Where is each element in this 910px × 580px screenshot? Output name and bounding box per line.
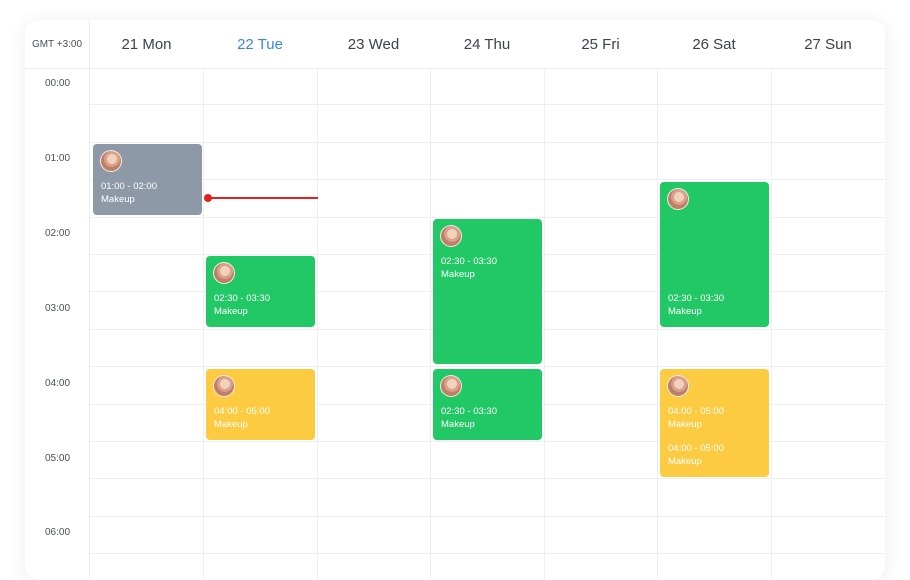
day-header-fri[interactable]: 25 Fri xyxy=(544,20,657,68)
event-title: Makeup xyxy=(441,269,475,280)
time-label: 00:00 xyxy=(44,78,71,89)
event-card[interactable]: 04:00 - 05:00 Makeup xyxy=(206,369,315,440)
event-card[interactable]: 02:30 - 03:30 Makeup xyxy=(433,369,542,440)
grid-line xyxy=(90,179,885,180)
event-time: 04:00 - 05:00 xyxy=(668,406,724,417)
avatar xyxy=(213,262,235,284)
calendar-header: GMT +3:00 21 Mon 22 Tue 23 Wed 24 Thu 25… xyxy=(25,20,885,69)
event-time: 02:30 - 03:30 xyxy=(441,406,497,417)
column-divider xyxy=(430,68,431,580)
grid-line xyxy=(90,478,885,479)
column-divider xyxy=(771,68,772,580)
day-header-thu[interactable]: 24 Thu xyxy=(430,20,544,68)
day-header-sat[interactable]: 26 Sat xyxy=(657,20,771,68)
column-divider xyxy=(317,68,318,580)
grid-line xyxy=(90,104,885,105)
event-title: Makeup xyxy=(668,306,702,317)
time-label: 01:00 xyxy=(44,153,71,164)
grid-line xyxy=(90,366,885,367)
avatar xyxy=(667,375,689,397)
event-title: Makeup xyxy=(101,194,135,205)
day-header-mon[interactable]: 21 Mon xyxy=(90,20,203,68)
event-title: Makeup xyxy=(441,419,475,430)
event-card[interactable]: 02:30 - 03:30 Makeup xyxy=(660,182,769,327)
time-label: 06:00 xyxy=(44,527,71,538)
event-card[interactable]: 02:30 - 03:30 Makeup xyxy=(206,256,315,327)
column-divider xyxy=(203,68,204,580)
grid-line xyxy=(90,553,885,554)
event-title: Makeup xyxy=(668,456,702,467)
calendar-grid[interactable]: 00:00 01:00 02:00 03:00 04:00 05:00 06:0… xyxy=(25,68,885,580)
event-time: 02:30 - 03:30 xyxy=(668,293,724,304)
event-title: Makeup xyxy=(214,306,248,317)
time-label: 02:00 xyxy=(44,228,71,239)
avatar xyxy=(440,375,462,397)
event-time: 04:00 - 05:00 xyxy=(668,443,724,454)
column-divider xyxy=(657,68,658,580)
avatar xyxy=(440,225,462,247)
calendar-week-view: GMT +3:00 21 Mon 22 Tue 23 Wed 24 Thu 25… xyxy=(25,20,885,580)
avatar xyxy=(100,150,122,172)
event-title: Makeup xyxy=(668,419,702,430)
grid-line xyxy=(90,142,885,143)
event-card[interactable]: 02:30 - 03:30 Makeup xyxy=(433,219,542,364)
time-label: 03:00 xyxy=(44,303,71,314)
time-column: 00:00 01:00 02:00 03:00 04:00 05:00 06:0… xyxy=(25,68,90,580)
time-label: 04:00 xyxy=(44,378,71,389)
event-time: 02:30 - 03:30 xyxy=(441,256,497,267)
current-time-line xyxy=(208,197,318,199)
column-divider xyxy=(544,68,545,580)
grid-line xyxy=(90,516,885,517)
avatar xyxy=(667,188,689,210)
day-header-sun[interactable]: 27 Sun xyxy=(771,20,885,68)
event-card[interactable]: 01:00 - 02:00 Makeup xyxy=(93,144,202,215)
current-time-dot xyxy=(204,194,212,202)
event-title: Makeup xyxy=(214,419,248,430)
event-time: 01:00 - 02:00 xyxy=(101,181,157,192)
avatar xyxy=(213,375,235,397)
time-label: 05:00 xyxy=(44,453,71,464)
event-card[interactable]: 04:00 - 05:00 Makeup 04:00 - 05:00 Makeu… xyxy=(660,369,769,477)
day-header-tue[interactable]: 22 Tue xyxy=(203,20,317,68)
day-header-wed[interactable]: 23 Wed xyxy=(317,20,430,68)
event-time: 04:00 - 05:00 xyxy=(214,406,270,417)
timezone-label: GMT +3:00 xyxy=(25,20,90,68)
event-time: 02:30 - 03:30 xyxy=(214,293,270,304)
